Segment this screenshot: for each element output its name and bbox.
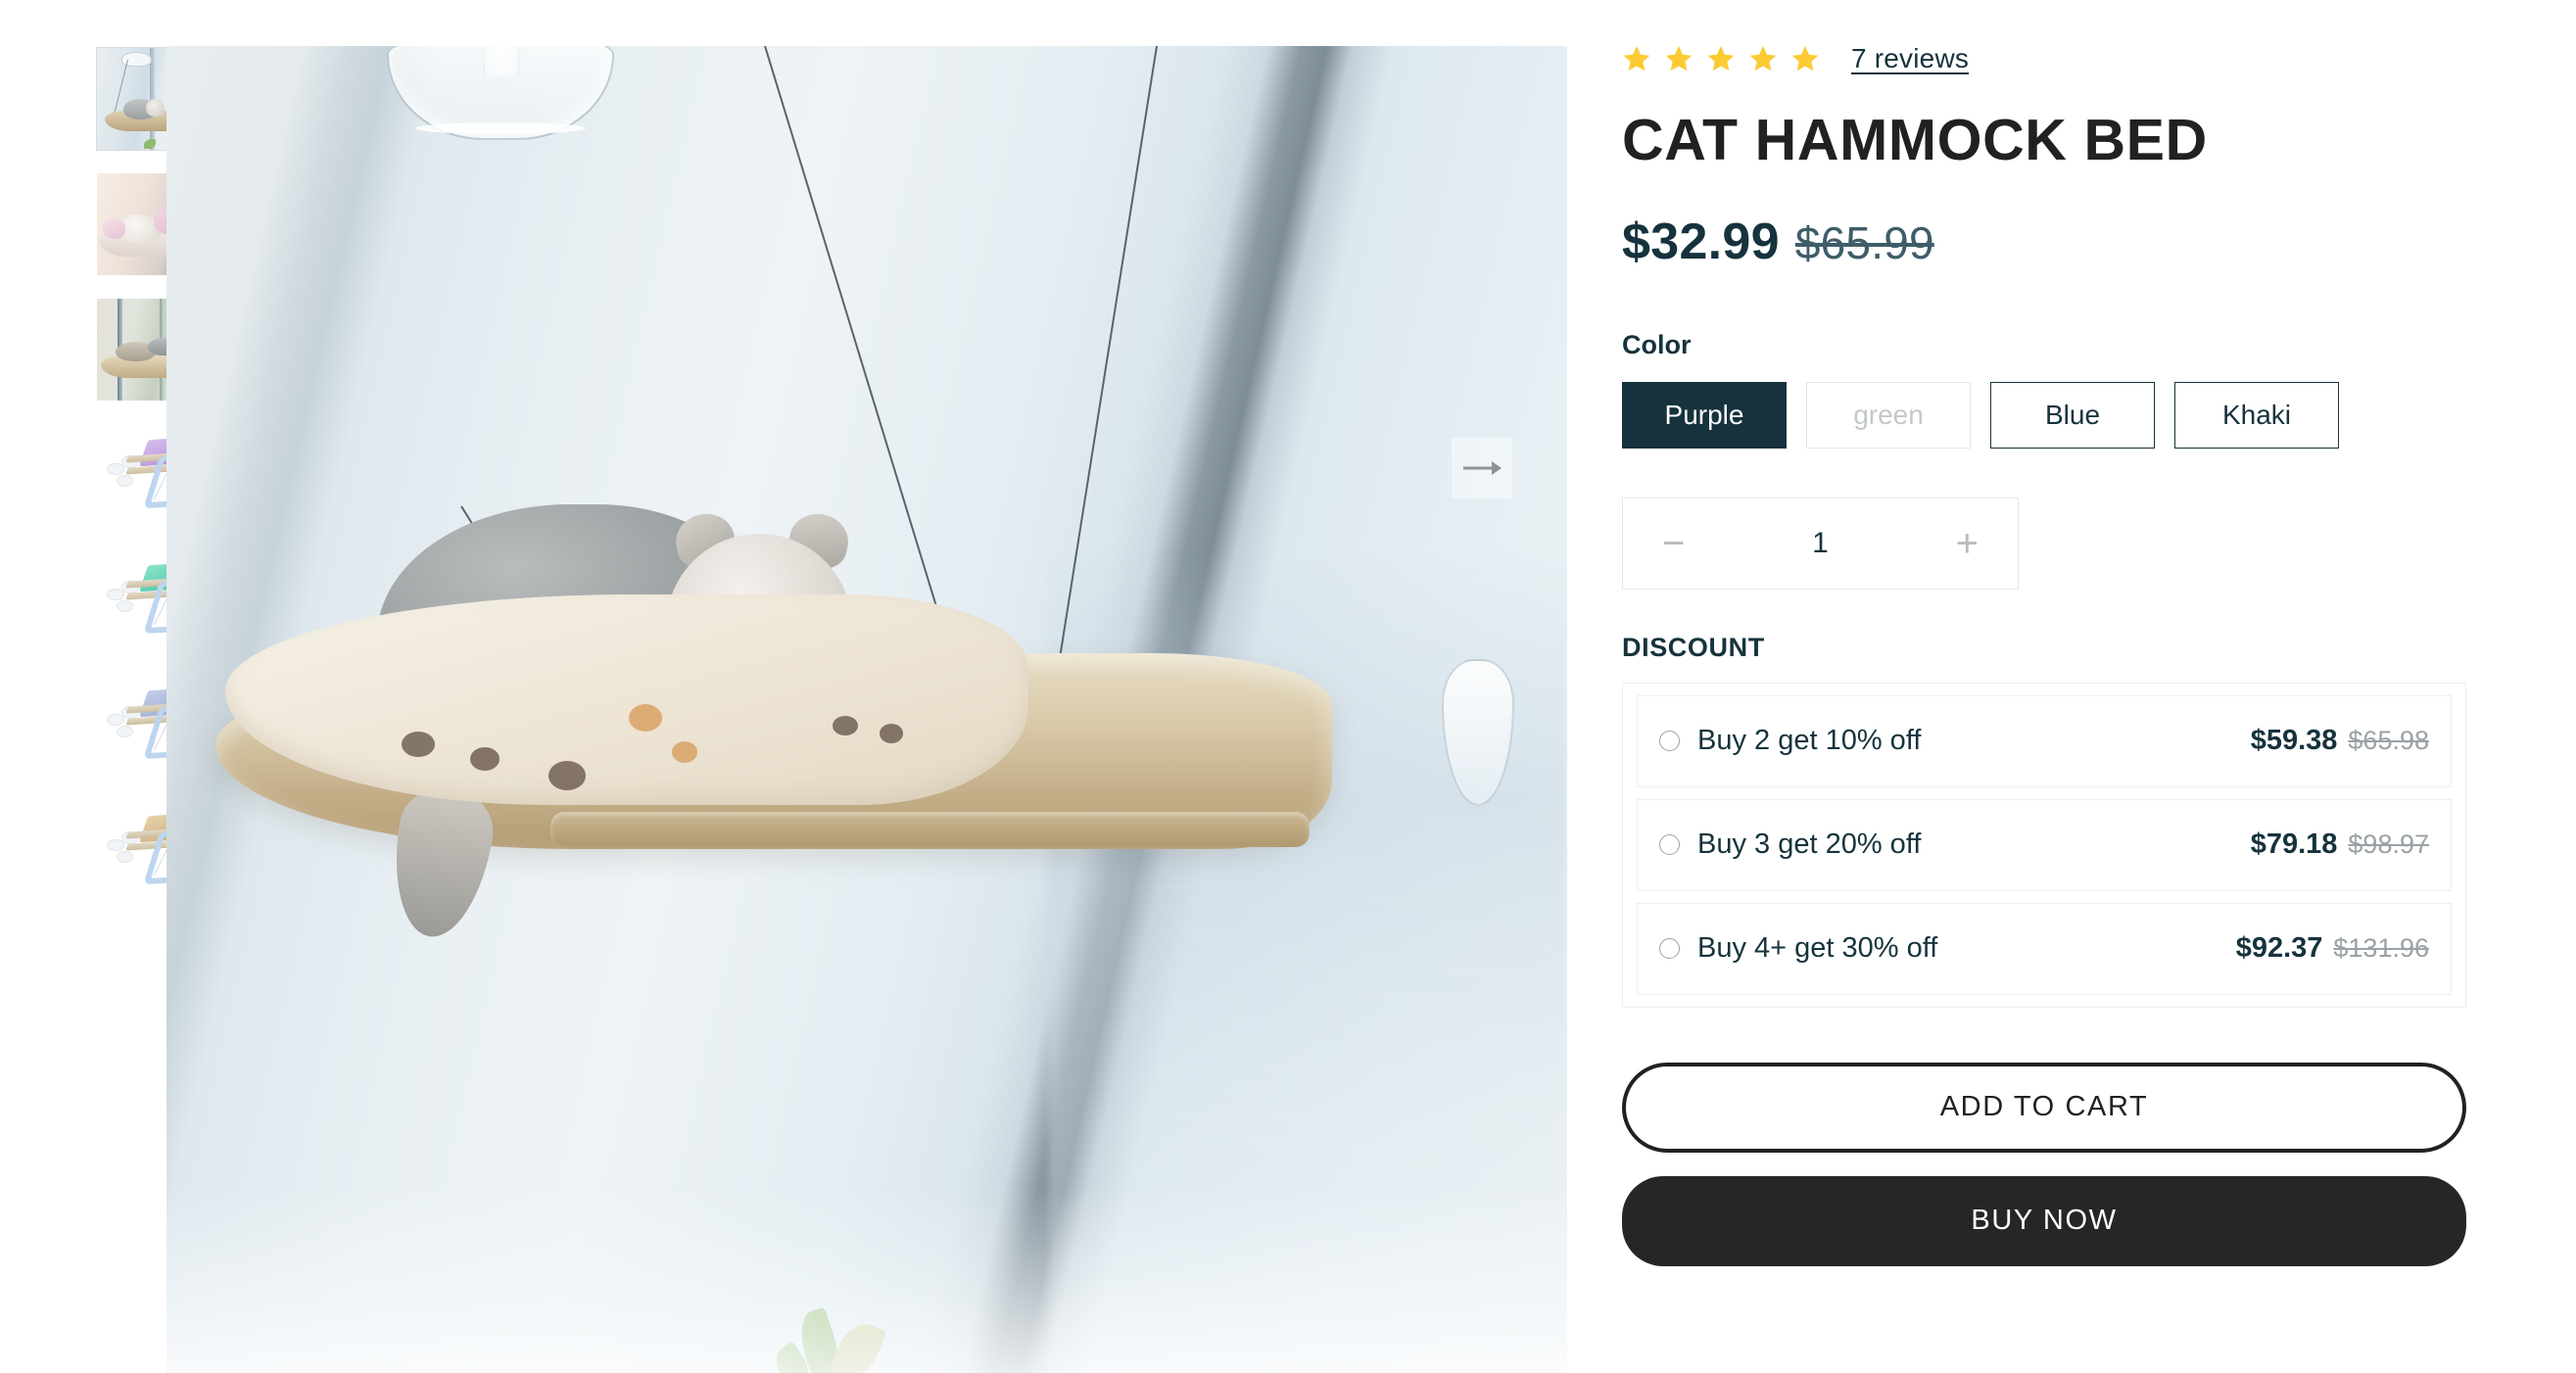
star-icon [1791,46,1819,71]
discount-tier-price: $59.38 [2250,725,2338,757]
discount-tier-row[interactable]: Buy 2 get 10% off $59.38 $65.98 [1637,694,2452,787]
price-row: $32.99 $65.99 [1622,213,2466,271]
color-swatch-blue[interactable]: Blue [1990,381,2155,449]
discount-tier-row[interactable]: Buy 4+ get 30% off $92.37 $131.96 [1637,902,2452,995]
star-icon [1665,46,1693,71]
color-swatch-green[interactable]: green [1806,381,1971,449]
rating-row: 7 reviews [1622,43,2466,74]
discount-tier-compare: $131.96 [2333,933,2429,964]
discount-tier-price: $79.18 [2250,829,2338,861]
add-to-cart-button[interactable]: ADD TO CART [1622,1062,2466,1153]
radio-icon[interactable] [1659,834,1680,856]
product-info-panel: 7 reviews CAT HAMMOCK BED $32.99 $65.99 … [1567,0,2576,1266]
star-rating [1622,44,1820,73]
arrow-right-icon [1463,461,1502,475]
buy-now-button[interactable]: BUY NOW [1622,1175,2466,1266]
color-swatch-purple[interactable]: Purple [1622,381,1787,449]
discount-tier-label: Buy 4+ get 30% off [1697,932,1938,965]
discount-heading: DISCOUNT [1622,632,1765,662]
next-image-button[interactable] [1452,438,1512,498]
discount-tier-group: Buy 2 get 10% off $59.38 $65.98 Buy 3 ge… [1622,682,2466,1008]
blanket [225,594,1028,805]
quantity-value: 1 [1812,526,1829,559]
quantity-stepper: − 1 + [1622,497,2019,590]
quantity-decrease-button[interactable]: − [1656,524,1691,563]
discount-tier-row[interactable]: Buy 3 get 20% off $79.18 $98.97 [1637,798,2452,891]
discount-tier-label: Buy 3 get 20% off [1697,829,1922,861]
main-product-image[interactable] [167,46,1567,1373]
color-option-label: Color [1622,329,1692,359]
discount-tier-compare: $98.97 [2348,829,2429,860]
product-photo [167,46,1567,1373]
product-page: 7 reviews CAT HAMMOCK BED $32.99 $65.99 … [0,0,2576,1373]
color-swatch-group: Purple green Blue Khaki [1622,381,2466,449]
page-title: CAT HAMMOCK BED [1622,108,2208,172]
current-price: $32.99 [1622,213,1780,270]
star-icon [1749,46,1777,71]
star-icon [1623,46,1650,71]
quantity-increase-button[interactable]: + [1950,524,1984,563]
radio-icon[interactable] [1659,731,1680,752]
reviews-link[interactable]: 7 reviews [1851,43,1969,74]
color-swatch-khaki[interactable]: Khaki [2174,381,2339,449]
discount-tier-compare: $65.98 [2348,726,2429,756]
radio-icon[interactable] [1659,938,1680,960]
compare-at-price: $65.99 [1794,216,1934,268]
discount-tier-label: Buy 2 get 10% off [1697,725,1922,757]
thumbnail-rail [0,0,200,903]
discount-tier-price: $92.37 [2235,932,2323,965]
star-icon [1707,46,1735,71]
